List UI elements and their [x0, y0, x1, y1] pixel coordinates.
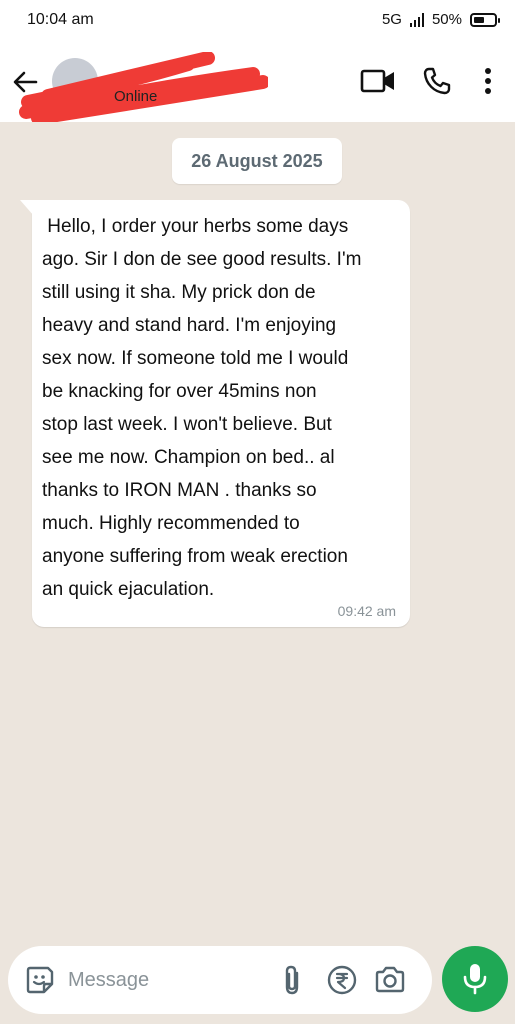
- message-line: anyone suffering from weak erection: [42, 546, 348, 567]
- more-vertical-icon: [485, 68, 491, 94]
- video-call-button[interactable]: [359, 62, 397, 100]
- camera-button[interactable]: [372, 962, 408, 998]
- bubble-tail: [20, 200, 34, 216]
- status-time: 10:04 am: [27, 11, 94, 28]
- message-line: see me now. Champion on bed.. al: [42, 447, 335, 468]
- sticker-button[interactable]: [22, 962, 58, 998]
- status-bar: 10:04 am 5G 50%: [0, 0, 515, 40]
- message-line: Hello, I order your herbs some days: [42, 216, 349, 237]
- contact-status: Online: [114, 88, 158, 105]
- date-chip: 26 August 2025: [172, 138, 342, 184]
- message-line: thanks to IRON MAN . thanks so: [42, 480, 317, 501]
- payment-button[interactable]: [324, 962, 360, 998]
- message-line: sex now. If someone told me I would: [42, 348, 349, 369]
- message-line: heavy and stand hard. I'm enjoying: [42, 315, 337, 336]
- battery-percent: 50%: [431, 11, 462, 28]
- phone-icon: [423, 67, 451, 95]
- incoming-message-bubble[interactable]: Hello, I order your herbs some days ago. …: [20, 200, 410, 627]
- chat-header: Online: [0, 40, 515, 122]
- message-composer: [8, 946, 432, 1014]
- message-line: an quick ejaculation.: [42, 579, 215, 600]
- redaction-scribble: [19, 52, 268, 122]
- network-type: 5G: [381, 11, 402, 28]
- sticker-icon: [26, 966, 54, 994]
- camera-icon: [375, 966, 405, 993]
- message-input[interactable]: [68, 966, 268, 994]
- message-time: 09:42 am: [337, 603, 396, 619]
- attach-button[interactable]: [274, 962, 310, 998]
- video-call-icon: [360, 69, 394, 93]
- voice-call-button[interactable]: [418, 62, 456, 100]
- voice-message-button[interactable]: [442, 946, 508, 1012]
- mic-icon: [463, 964, 487, 995]
- message-line: still using it sha. My prick don de: [42, 282, 316, 303]
- signal-icon: [409, 12, 424, 27]
- rupee-payment-icon: [327, 965, 357, 995]
- message-line: ago. Sir I don de see good results. I'm: [42, 249, 362, 270]
- message-line: much. Highly recommended to: [42, 513, 300, 534]
- message-line: stop last week. I won't believe. But: [42, 414, 332, 435]
- status-indicators: 5G 50%: [381, 11, 500, 28]
- battery-icon: [470, 12, 500, 27]
- more-options-button[interactable]: [470, 62, 506, 100]
- message-text: Hello, I order your herbs some days ago. …: [42, 210, 402, 606]
- message-line: be knacking for over 45mins non: [42, 381, 317, 402]
- chat-area[interactable]: 26 August 2025 Hello, I order your herbs…: [0, 122, 515, 942]
- attach-icon: [285, 965, 299, 995]
